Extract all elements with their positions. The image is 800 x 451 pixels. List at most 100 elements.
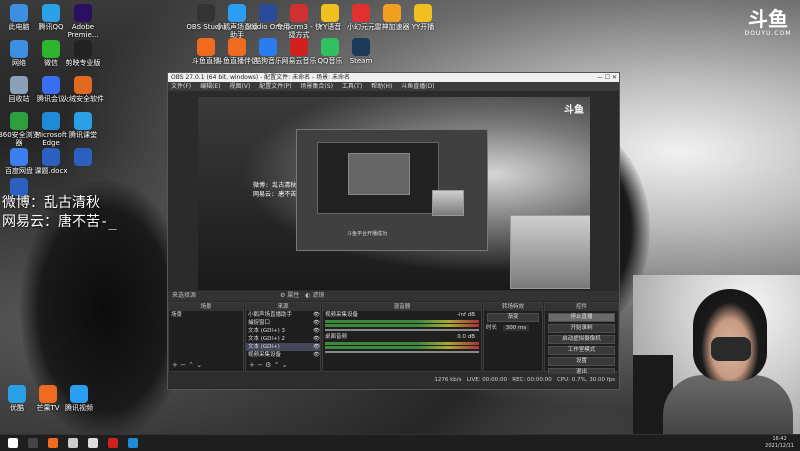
volume-slider[interactable] — [325, 329, 479, 331]
source-item[interactable]: 小鹅声场直播助手 👁 — [246, 311, 320, 319]
mixer-dock: 混音器 视频采集设备 -inf dB 桌面音频 0.0 dB — [322, 302, 482, 372]
menu-profile[interactable]: 配置文件(P) — [259, 83, 291, 90]
app3-icon[interactable] — [68, 438, 78, 448]
visibility-eye-icon[interactable]: 👁 — [313, 327, 320, 335]
properties-button[interactable]: 属性 — [287, 292, 299, 299]
source-item[interactable]: 文本 (GDI+) 👁 — [246, 343, 320, 351]
visibility-eye-icon[interactable]: 👁 — [313, 343, 320, 351]
source-item-label: 文本 (GDI+) 2 — [248, 336, 286, 342]
source-item[interactable]: 视频采集设备 👁 — [246, 351, 320, 359]
desktop-shortcut[interactable] — [60, 148, 106, 167]
bitrate: 1276 kb/s — [434, 377, 462, 383]
app-icon — [383, 4, 401, 22]
menu-file[interactable]: 文件(F) — [171, 83, 191, 90]
control-button[interactable]: 停止直播 — [548, 313, 615, 322]
nested-banner: 斗鱼平台开播成功 — [347, 231, 388, 237]
shortcut-label: 课题.docx — [34, 167, 68, 175]
app-icon — [74, 40, 92, 58]
obs-icon[interactable] — [28, 438, 38, 448]
webcam-overlay — [633, 275, 800, 434]
shortcut-label: YY开播 — [411, 23, 435, 31]
desktop-shortcut[interactable]: Steam — [338, 38, 384, 65]
transitions-header: 转场特效 — [484, 303, 542, 311]
control-button[interactable]: 开始录制 — [548, 324, 615, 333]
gear-icon[interactable]: ⚙ — [280, 292, 285, 299]
menu-douyu[interactable]: 斗鱼直播(D) — [401, 83, 434, 90]
volume-meter — [325, 346, 479, 349]
window-controls[interactable]: — ☐ ✕ — [597, 73, 617, 82]
app-icon — [10, 76, 28, 94]
app-icon — [70, 385, 88, 403]
scene-item[interactable]: 场景 — [169, 311, 243, 319]
volume-slider[interactable] — [325, 351, 479, 353]
control-button[interactable]: 设置 — [548, 357, 615, 366]
cpu-usage: CPU: 0.7%, 30.00 fps — [556, 377, 615, 383]
controls-list: 停止直播 开始录制 启动虚拟摄像机 工作室模式 设置 退出 — [545, 313, 618, 377]
app-icon — [42, 4, 60, 22]
clock-date: 2021/12/11 — [765, 443, 794, 449]
source-item[interactable]: 文本 (GDI+) 2 👁 — [246, 335, 320, 343]
menu-edit[interactable]: 编辑(E) — [200, 83, 220, 90]
obs-titlebar[interactable]: OBS 27.0.1 (64 bit, windows) - 配置文件: 未命名… — [168, 73, 619, 82]
control-button[interactable]: 启动虚拟摄像机 — [548, 335, 615, 344]
sources-list: 小鹅声场直播助手 👁 捕捉窗口 👁 文本 (GDI+) 3 👁 文本 (GDI+) 2… — [246, 311, 320, 359]
app-icon — [259, 4, 277, 22]
app-icon — [8, 385, 26, 403]
menu-tools[interactable]: 工具(T) — [342, 83, 362, 90]
mixer-channel-name: 桌面音频 — [325, 334, 348, 340]
rec-time: REC: 00:00:00 — [512, 377, 552, 383]
duration-input[interactable]: 300 ms — [502, 325, 530, 331]
scene-add-icons[interactable]: + − ⌃ ⌄ — [172, 361, 202, 369]
source-item[interactable]: 文本 (GDI+) 3 👁 — [246, 327, 320, 335]
edge-icon[interactable] — [128, 438, 138, 448]
source-item-label: 文本 (GDI+) — [248, 344, 280, 350]
menu-view[interactable]: 视图(V) — [229, 83, 250, 90]
system-tray-clock[interactable]: 16:42 2021/12/11 — [765, 436, 794, 450]
windows-start-icon[interactable] — [8, 438, 18, 448]
obs-title: OBS 27.0.1 (64 bit, windows) - 配置文件: 未命名… — [171, 74, 351, 81]
app-icon — [42, 148, 60, 166]
douyu-icon[interactable] — [48, 438, 58, 448]
menu-help[interactable]: 帮助(H) — [371, 83, 392, 90]
app-icon — [74, 148, 92, 166]
filter-icon[interactable]: ◐ — [305, 292, 310, 299]
menu-scene-collection[interactable]: 场景集合(S) — [300, 83, 333, 90]
app4-icon[interactable] — [88, 438, 98, 448]
douyu-logo-sub: DOUYU.COM — [744, 30, 792, 37]
app-icon — [414, 4, 432, 22]
shortcut-label: 剪映专业版 — [65, 59, 101, 67]
source-add-icons[interactable]: + − ⚙ ⌃ ⌄ — [249, 361, 288, 369]
app-icon — [74, 76, 92, 94]
shortcut-label: Steam — [349, 57, 373, 65]
control-button[interactable]: 工作室模式 — [548, 346, 615, 355]
visibility-eye-icon[interactable]: 👁 — [313, 319, 320, 327]
visibility-eye-icon[interactable]: 👁 — [313, 351, 320, 359]
desktop-shortcut[interactable]: 腾讯课堂 — [60, 112, 106, 139]
app-icon — [197, 38, 215, 56]
app-icon — [10, 148, 28, 166]
desktop-shortcut[interactable]: 剪映专业版 — [60, 40, 106, 67]
preview-logo: 斗鱼 — [564, 105, 584, 116]
app-icon — [42, 112, 60, 130]
desktop-shortcut[interactable]: Adobe Premie... — [60, 4, 106, 39]
netease-icon[interactable] — [108, 438, 118, 448]
desktop-shortcut[interactable]: 腾讯视频 — [56, 385, 102, 412]
app-icon — [259, 38, 277, 56]
douyu-logo: 斗鱼 DOUYU.COM — [744, 8, 792, 37]
app-icon — [228, 38, 246, 56]
douyu-logo-main: 斗鱼 — [748, 7, 788, 31]
sources-header: 来源 — [246, 303, 320, 311]
preview-overlay-line-2: 网易云: 唐不苦 — [253, 191, 297, 198]
desktop-shortcut[interactable]: YY开播 — [400, 4, 446, 31]
app-icon — [197, 4, 215, 22]
desktop-shortcut[interactable]: 火绒安全软件 — [60, 76, 106, 103]
filters-button[interactable]: 滤镜 — [312, 292, 324, 299]
visibility-eye-icon[interactable]: 👁 — [313, 335, 320, 343]
obs-preview[interactable]: 斗鱼 微博: 乱古清秋 网易云: 唐不苦 斗鱼平台开播成功 — [198, 97, 590, 290]
nested-obs-preview: 斗鱼平台开播成功 — [296, 129, 488, 251]
source-item-label: 视频采集设备 — [248, 352, 282, 358]
transition-select[interactable]: 渐变 — [487, 313, 539, 322]
source-item[interactable]: 捕捉窗口 👁 — [246, 319, 320, 327]
shortcut-label: 火绒安全软件 — [62, 95, 104, 103]
visibility-eye-icon[interactable]: 👁 — [313, 311, 320, 319]
